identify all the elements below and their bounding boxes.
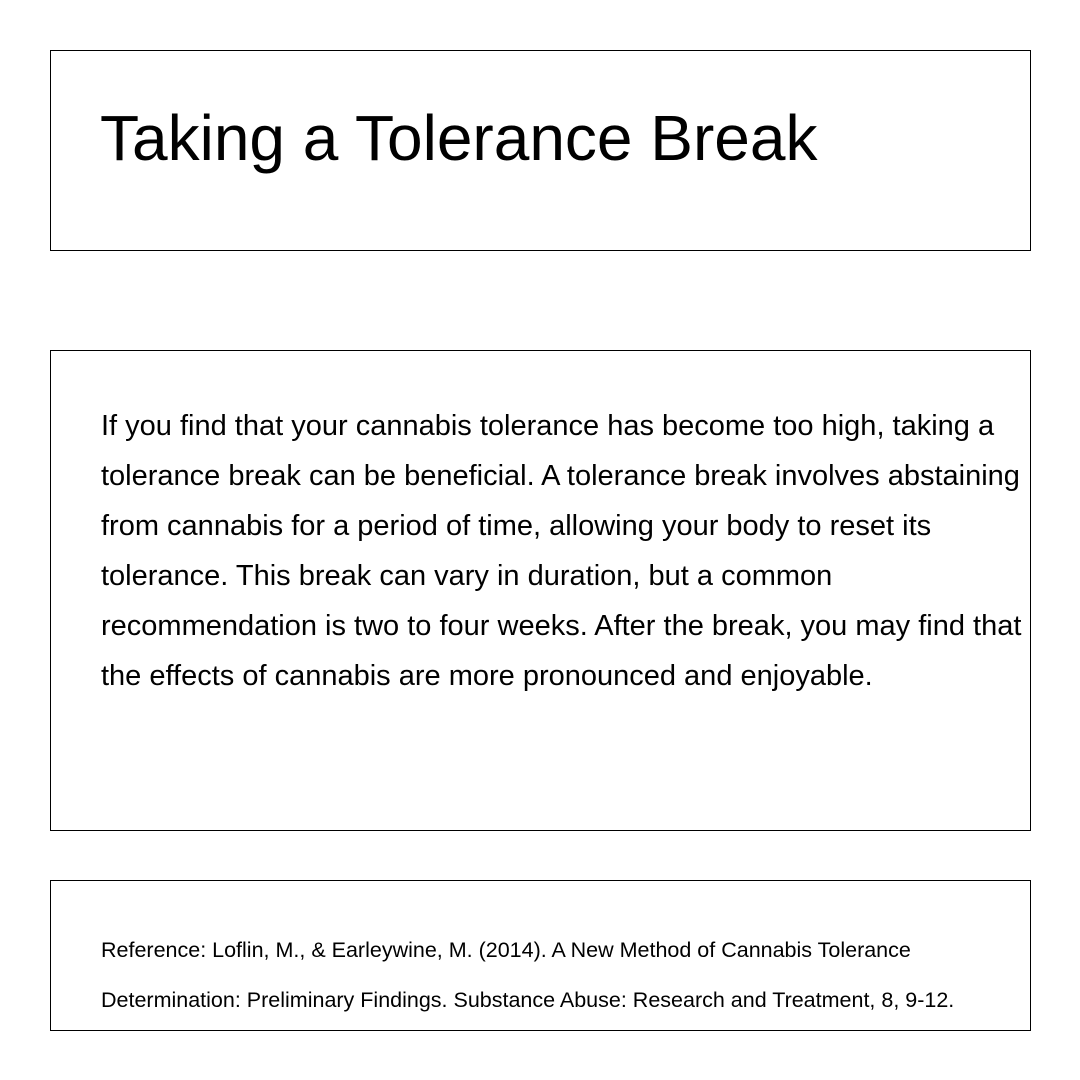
body-panel: If you find that your cannabis tolerance… (50, 350, 1031, 831)
reference-text: Reference: Loflin, M., & Earleywine, M. … (101, 938, 955, 1012)
page-title: Taking a Tolerance Break (100, 102, 818, 174)
body-paragraph: If you find that your cannabis tolerance… (101, 410, 1022, 692)
reference-panel: Reference: Loflin, M., & Earleywine, M. … (50, 880, 1031, 1031)
